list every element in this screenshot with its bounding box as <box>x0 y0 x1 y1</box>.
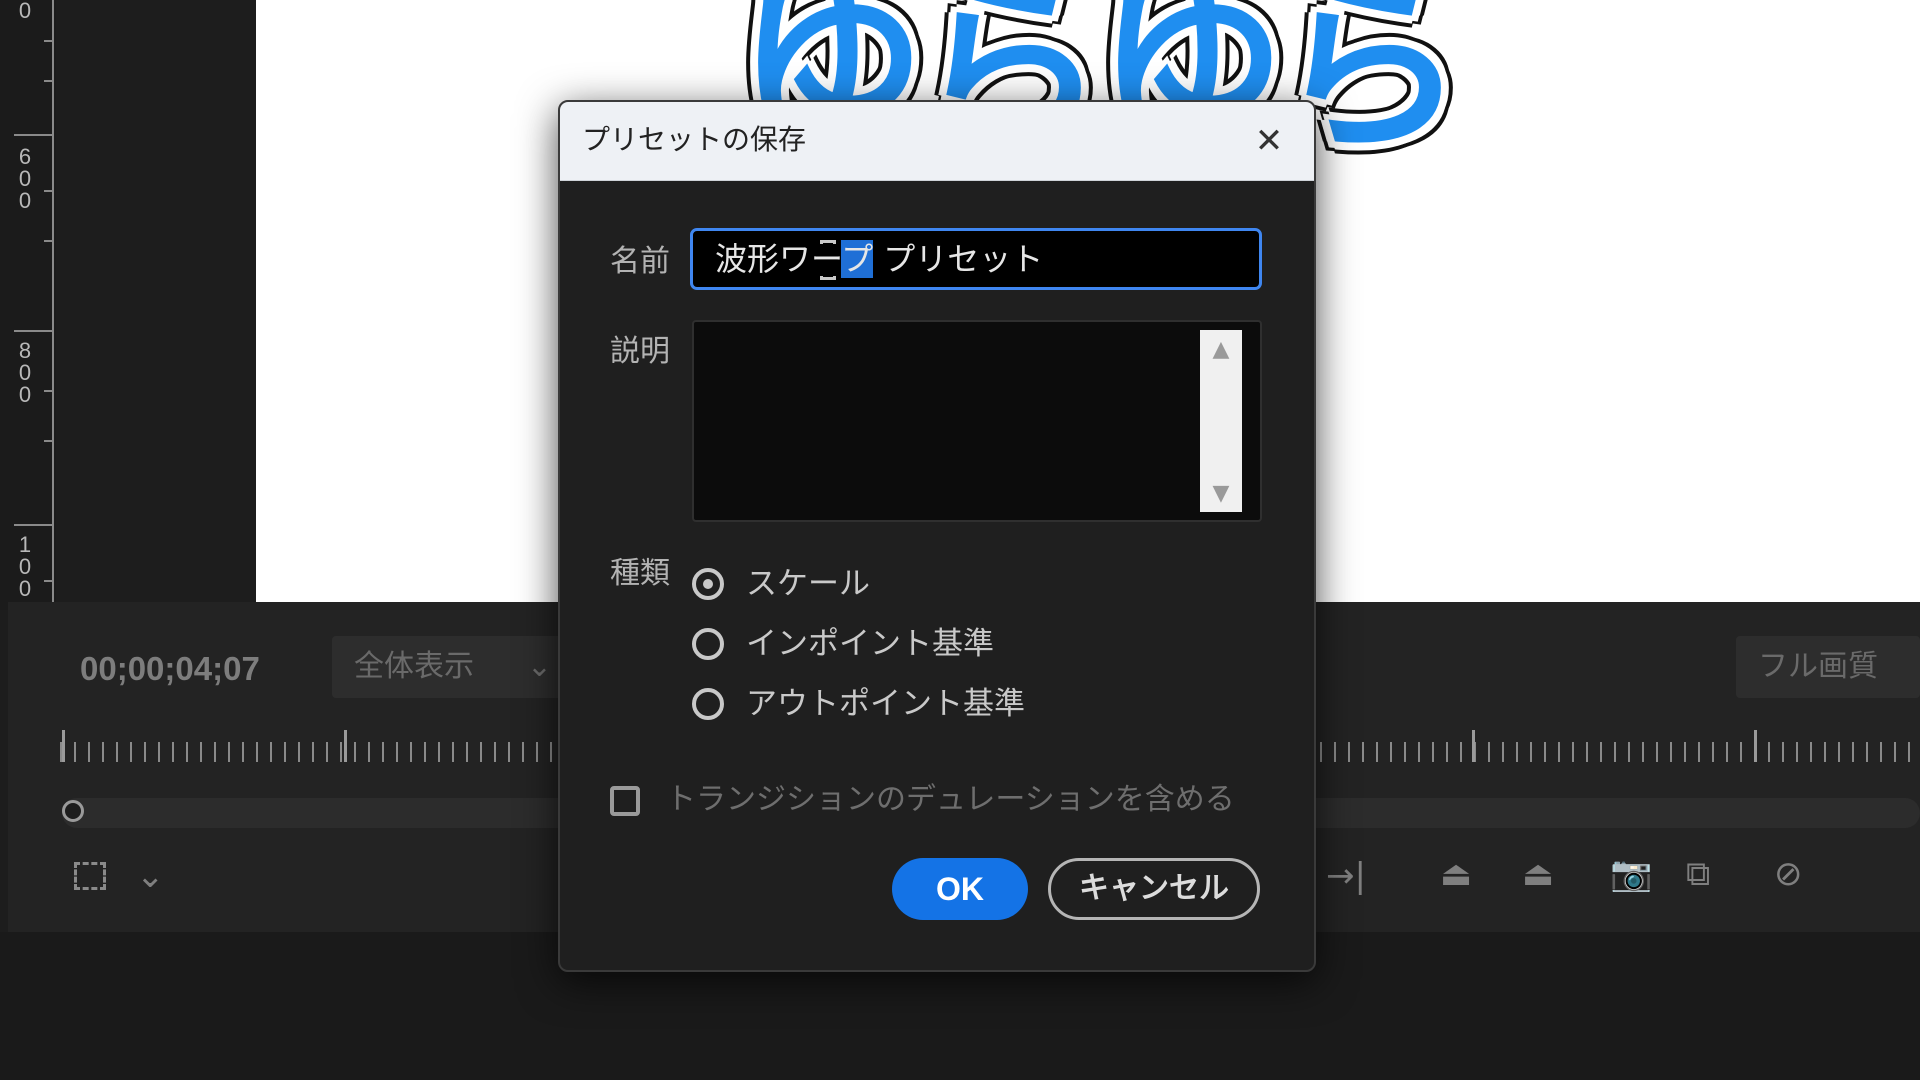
chevron-down-icon: ⌄ <box>526 649 552 684</box>
ruler-label: 0 <box>18 0 32 23</box>
zoom-dropdown-label: 全体表示 <box>354 649 474 684</box>
playhead-handle[interactable] <box>62 800 84 822</box>
quality-dropdown[interactable]: フル画質 <box>1736 636 1920 698</box>
ruler-tick <box>44 80 52 82</box>
close-button[interactable]: ✕ <box>1242 114 1296 168</box>
chevron-down-icon[interactable]: ⌄ <box>136 856 165 896</box>
extract-icon[interactable]: ⏏ <box>1522 854 1554 894</box>
compare-view-icon[interactable]: ⧉ <box>1686 854 1710 894</box>
ruler-tick <box>14 330 52 332</box>
name-text-after: プリセット <box>873 240 1044 278</box>
lift-icon[interactable]: ⏏ <box>1440 854 1472 894</box>
ruler-tick <box>44 580 52 582</box>
type-label: 種類 <box>610 556 670 591</box>
preset-name-input[interactable]: 波形ワープ プリセット <box>690 228 1262 290</box>
safe-margins-icon[interactable] <box>74 862 106 890</box>
ruler-tick <box>14 134 52 136</box>
close-icon: ✕ <box>1254 121 1284 161</box>
radio-label: アウトポイント基準 <box>746 686 1025 722</box>
scroll-down-arrow-icon[interactable]: ▼ <box>1200 478 1242 510</box>
time-ruler-major-tick <box>1754 730 1757 762</box>
ruler-tick <box>14 524 52 526</box>
include-transition-duration-label[interactable]: トランジションのデュレーションを含める <box>666 778 1235 822</box>
time-ruler-major-tick <box>344 730 347 762</box>
radio-button[interactable] <box>692 688 724 720</box>
dialog-titlebar: プリセットの保存 ✕ <box>560 102 1314 181</box>
ruler-tick <box>44 390 52 392</box>
ruler-tick <box>44 40 52 42</box>
description-scrollbar[interactable]: ▲ ▼ <box>1200 330 1242 512</box>
time-ruler-major-tick <box>1472 730 1475 762</box>
name-label: 名前 <box>610 244 670 279</box>
name-text-before: 波形ワー <box>715 240 842 278</box>
zoom-dropdown[interactable]: 全体表示 ⌄ <box>332 636 562 698</box>
radio-label: インポイント基準 <box>746 626 994 662</box>
ok-button[interactable]: OK <box>892 858 1028 920</box>
ruler-label: 600 <box>18 144 32 213</box>
name-text-selection: プ <box>841 240 874 278</box>
vertical-ruler: 0 600 800 100 <box>0 0 56 610</box>
dialog-title: プリセットの保存 <box>582 123 807 156</box>
proxy-toggle-icon[interactable]: ⊘ <box>1774 854 1803 894</box>
camera-icon[interactable]: 📷 <box>1610 854 1652 894</box>
description-label: 説明 <box>610 334 670 369</box>
ruler-tick <box>44 440 52 442</box>
ruler-line <box>52 0 54 610</box>
playhead-timecode[interactable]: 00;00;04;07 <box>80 650 260 688</box>
ruler-tick <box>44 240 52 242</box>
radio-button-checked[interactable] <box>692 568 724 600</box>
go-to-out-icon[interactable]: →| <box>1326 856 1366 896</box>
description-textarea[interactable]: ▲ ▼ <box>692 320 1262 522</box>
quality-dropdown-label: フル画質 <box>1758 649 1878 684</box>
cancel-button[interactable]: キャンセル <box>1048 858 1260 920</box>
scroll-up-arrow-icon[interactable]: ▲ <box>1200 334 1242 366</box>
radio-label: スケール <box>746 566 870 602</box>
radio-button[interactable] <box>692 628 724 660</box>
include-transition-duration-checkbox[interactable] <box>610 786 640 816</box>
time-ruler-major-tick <box>62 730 65 762</box>
ruler-label: 800 <box>18 338 32 407</box>
ruler-tick <box>44 190 52 192</box>
save-preset-dialog: プリセットの保存 ✕ 名前 波形ワープ プリセット 説明 ▲ ▼ 種類 スケール… <box>558 100 1316 972</box>
ruler-label: 100 <box>18 532 32 601</box>
